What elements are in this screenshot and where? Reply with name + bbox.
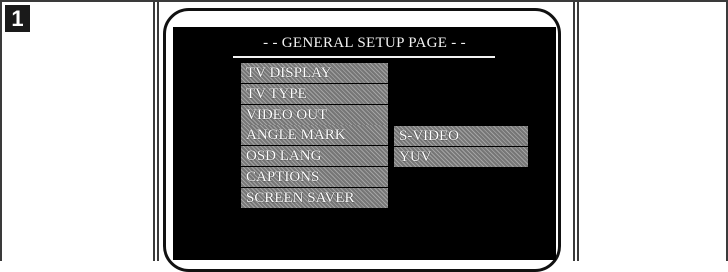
option-yuv[interactable]: YUV	[394, 146, 528, 167]
menu-item-tv-type[interactable]: TV TYPE	[241, 83, 388, 104]
frame-divider-right-a	[573, 0, 575, 261]
menu-item-tv-display[interactable]: TV DISPLAY	[241, 63, 388, 83]
title-underline	[233, 56, 495, 58]
menu-item-captions[interactable]: CAPTIONS	[241, 166, 388, 187]
video-out-options: S-VIDEO YUV	[394, 126, 528, 168]
menu-item-screen-saver[interactable]: SCREEN SAVER	[241, 187, 388, 208]
step-number-badge: 1	[5, 5, 30, 32]
frame-divider-right-b	[577, 0, 579, 261]
menu-item-video-out[interactable]: VIDEO OUT	[241, 104, 388, 125]
frame-divider-left-a	[153, 0, 155, 261]
setup-menu: TV DISPLAY TV TYPE VIDEO OUT ANGLE MARK …	[241, 63, 388, 209]
option-s-video[interactable]: S-VIDEO	[394, 126, 528, 146]
frame-divider-left-b	[157, 0, 159, 261]
frame-left-line	[0, 0, 2, 261]
menu-item-angle-mark[interactable]: ANGLE MARK	[241, 125, 388, 146]
screen-title: - - GENERAL SETUP PAGE - -	[263, 35, 466, 51]
tv-screen: - - GENERAL SETUP PAGE - - TV DISPLAY TV…	[173, 27, 556, 260]
frame-top-line	[0, 0, 728, 2]
menu-item-osd-lang[interactable]: OSD LANG	[241, 146, 388, 167]
